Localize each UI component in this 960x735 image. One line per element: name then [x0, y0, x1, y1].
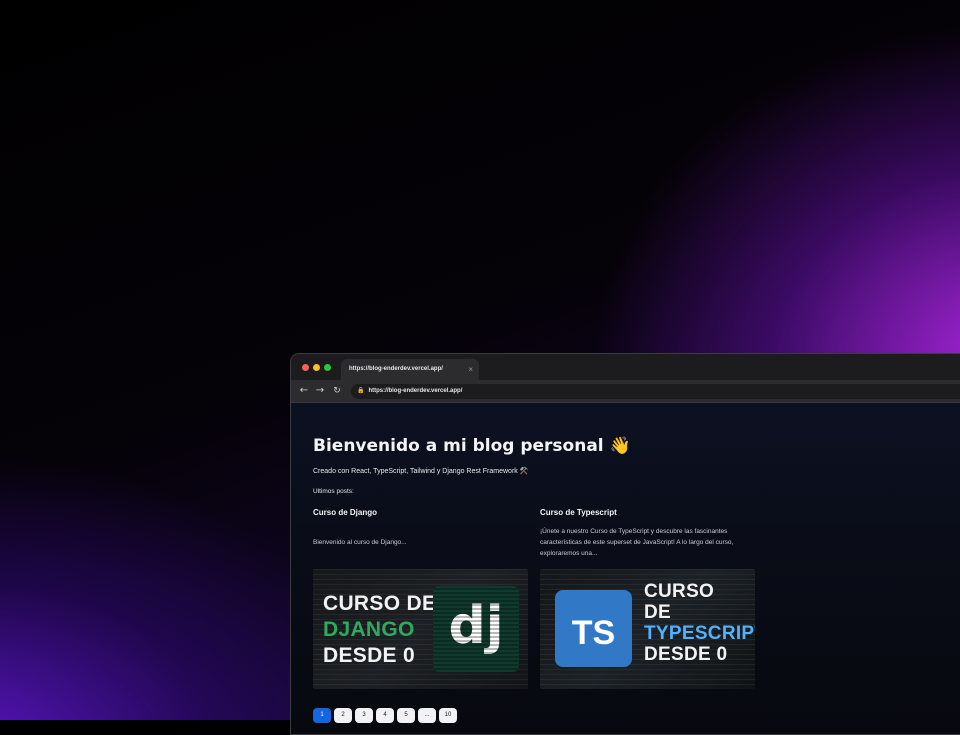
post-thumbnail[interactable]: TS CURSO DE TYPESCRIPT DESDE 0	[540, 569, 755, 689]
post-title[interactable]: Curso de Django	[313, 508, 528, 520]
maximize-window-icon[interactable]	[324, 364, 331, 371]
post-card-django[interactable]: Curso de Django Bienvenido al curso de D…	[313, 508, 528, 689]
page-button-3[interactable]: 3	[355, 708, 373, 723]
minimize-window-icon[interactable]	[313, 364, 320, 371]
address-url: https://blog-enderdev.vercel.app/	[368, 388, 463, 394]
page-button-10[interactable]: 10	[439, 708, 457, 723]
page-title: Bienvenido a mi blog personal 👋	[313, 436, 631, 456]
typescript-logo-icon: TS	[555, 590, 632, 667]
post-title[interactable]: Curso de Typescript	[540, 508, 755, 520]
post-thumbnail[interactable]: CURSO DE DJANGO DESDE 0 dj	[313, 569, 528, 689]
browser-titlebar: https://blog-enderdev.vercel.app/ ×	[291, 354, 960, 380]
address-bar[interactable]: 🔒 https://blog-enderdev.vercel.app/	[351, 384, 960, 399]
thumbnail-caption: CURSO DE TYPESCRIPT DESDE 0	[644, 581, 755, 665]
tab-close-icon[interactable]: ×	[468, 359, 473, 380]
back-arrow-icon[interactable]: ←	[298, 384, 310, 398]
reload-icon[interactable]: ↻	[331, 384, 343, 398]
latest-posts-label: Ultimos posts:	[313, 488, 354, 495]
lock-icon: 🔒	[357, 388, 365, 394]
thumbnail-caption: CURSO DE DJANGO DESDE 0	[323, 592, 437, 667]
tab-title: https://blog-enderdev.vercel.app/	[349, 366, 443, 372]
page-button-1[interactable]: 1	[313, 708, 331, 723]
page-button-4[interactable]: 4	[376, 708, 394, 723]
page-button-5[interactable]: 5	[397, 708, 415, 723]
post-card-typescript[interactable]: Curso de Typescript ¡Únete a nuestro Cur…	[540, 508, 755, 689]
page-button-2[interactable]: 2	[334, 708, 352, 723]
browser-toolbar: ← → ↻ 🔒 https://blog-enderdev.vercel.app/	[291, 380, 960, 403]
forward-arrow-icon[interactable]: →	[314, 384, 326, 398]
page-subtitle: Creado con React, TypeScript, Tailwind y…	[313, 468, 529, 475]
close-window-icon[interactable]	[302, 364, 309, 371]
browser-window: https://blog-enderdev.vercel.app/ × ← → …	[290, 353, 960, 735]
django-logo-icon: dj	[433, 586, 519, 672]
browser-tab[interactable]: https://blog-enderdev.vercel.app/ ×	[341, 359, 479, 380]
post-description: ¡Únete a nuestro Curso de TypeScript y d…	[540, 528, 734, 557]
page-ellipsis: ...	[418, 708, 436, 723]
pagination: 1 2 3 4 5 ... 10	[313, 708, 457, 723]
post-description: Bienvenido al curso de Django...	[313, 539, 407, 546]
page-content: Bienvenido a mi blog personal 👋 Creado c…	[291, 403, 960, 734]
